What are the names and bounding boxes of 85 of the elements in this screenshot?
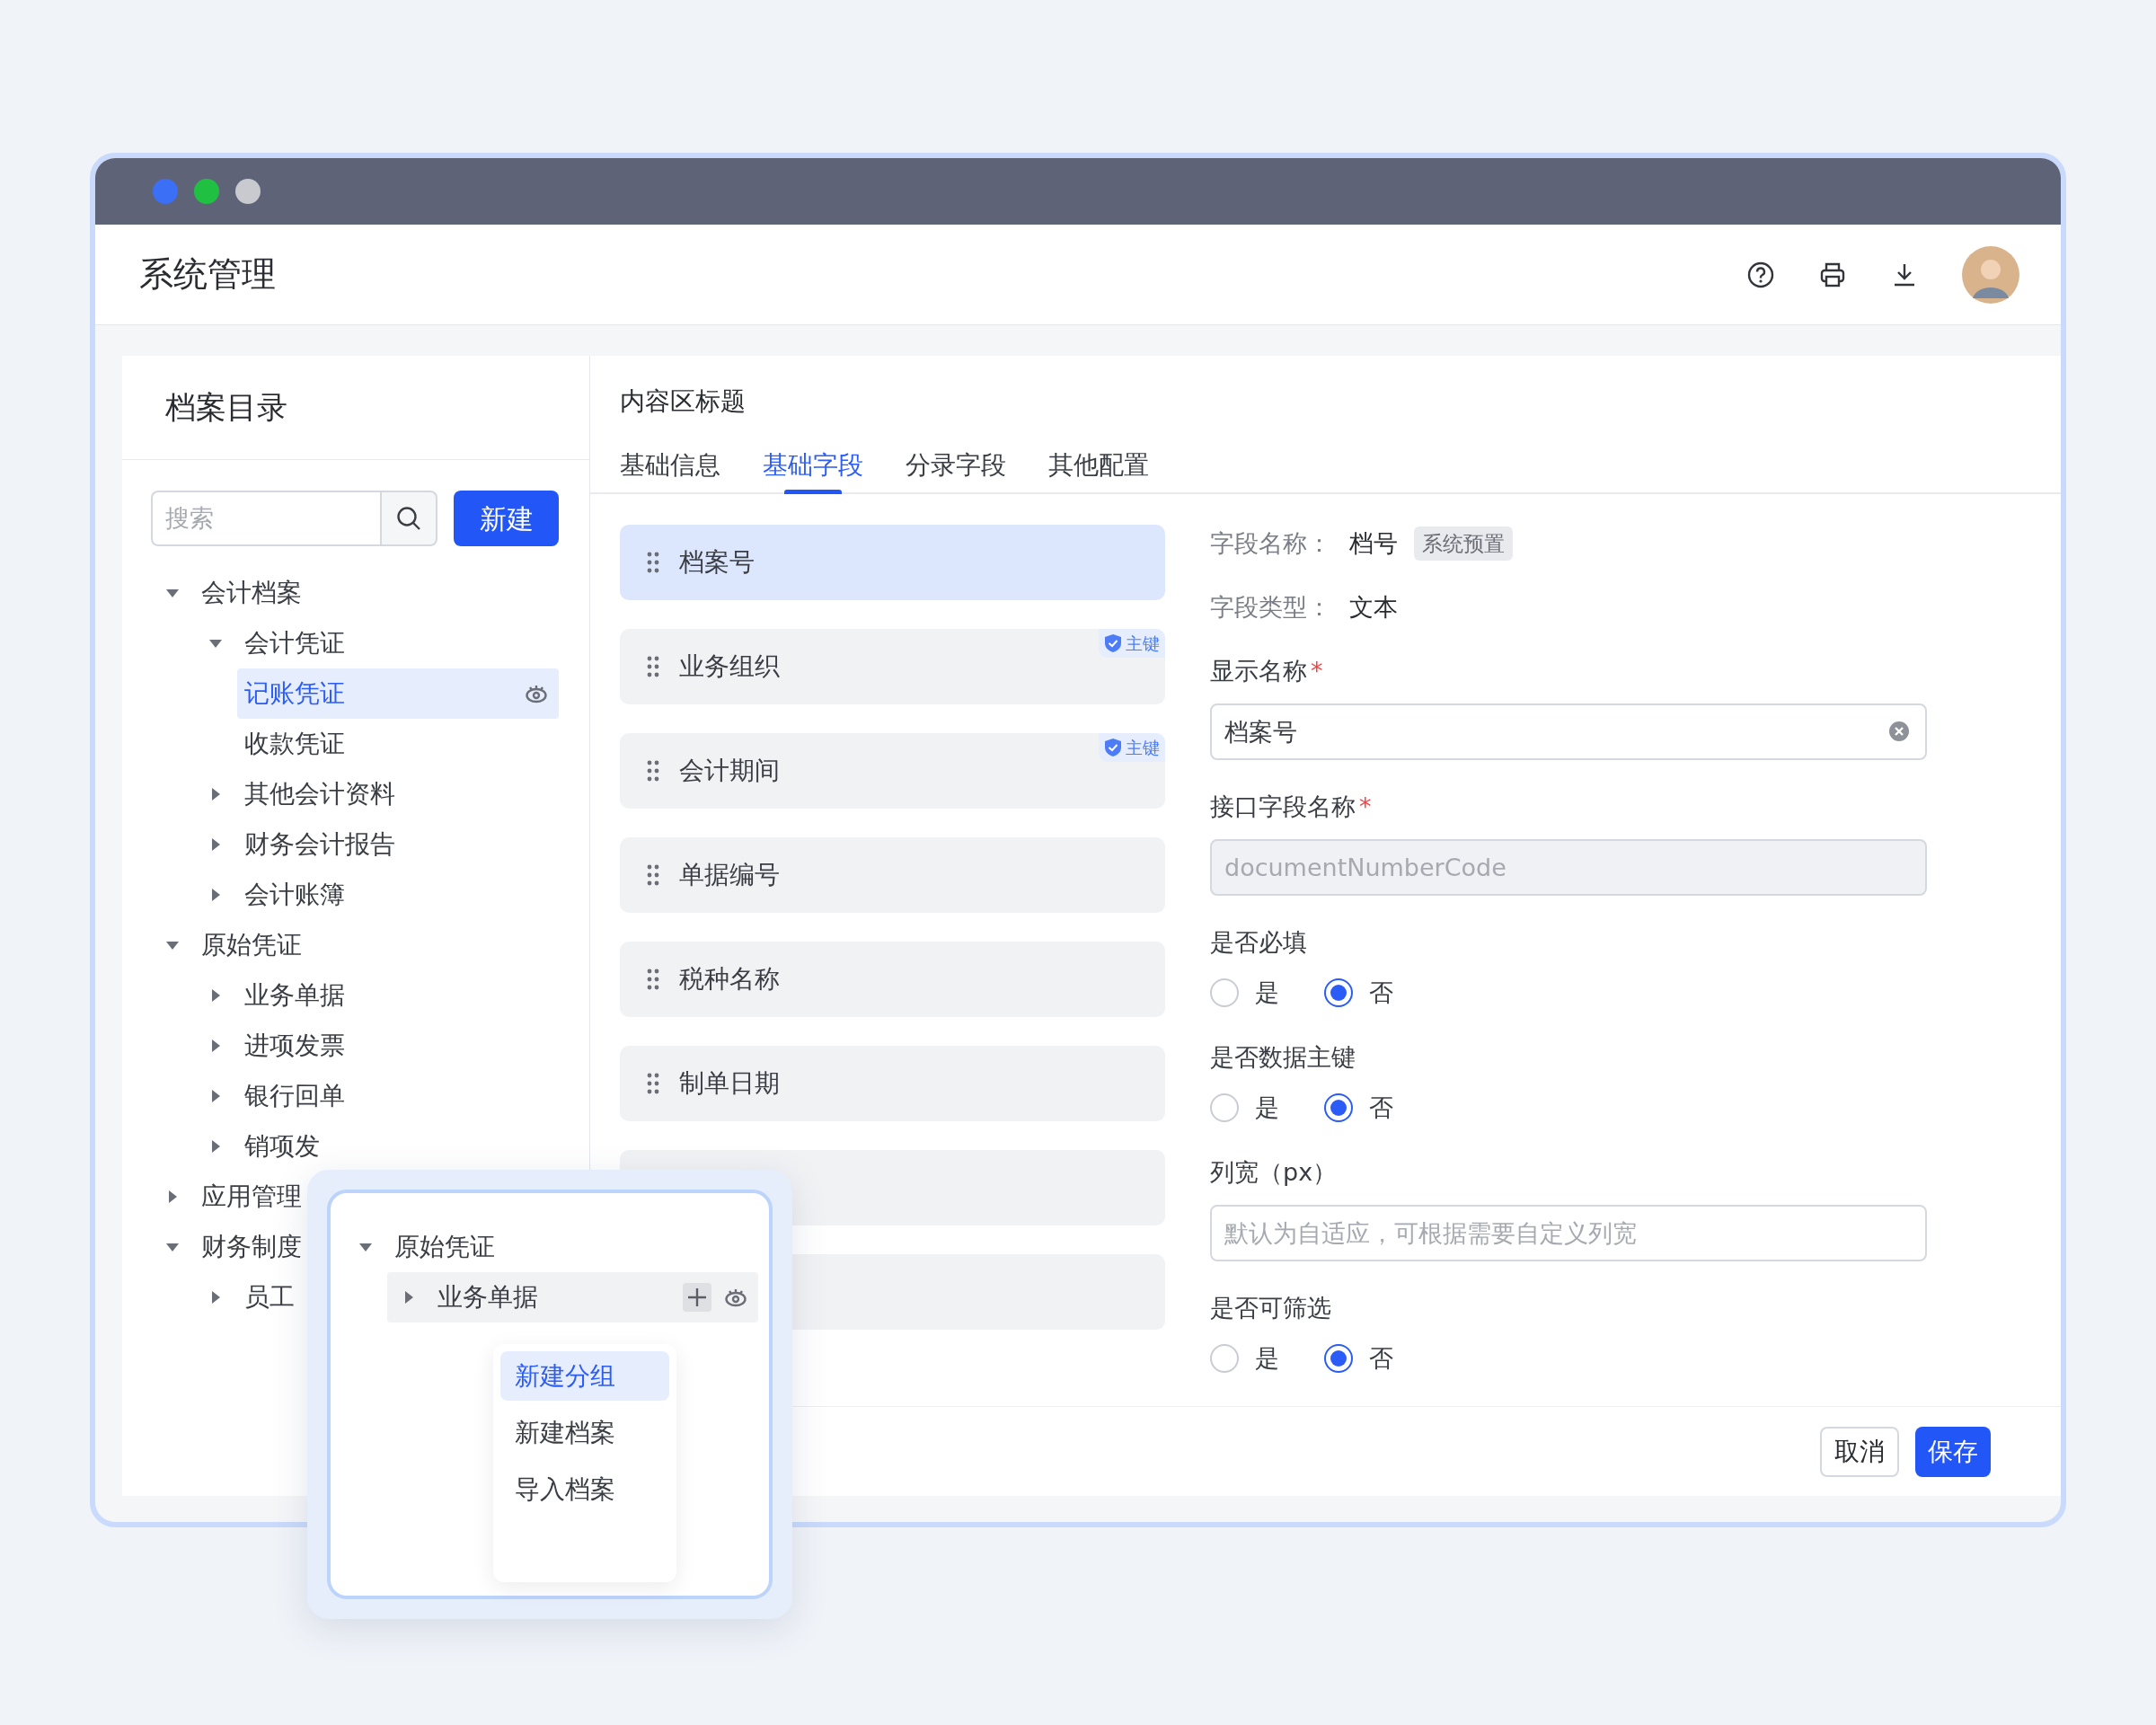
info-label: 字段名称： — [1210, 527, 1332, 559]
tree-item[interactable]: 业务单据 — [244, 977, 345, 1014]
field-label: 是否可筛选 — [1210, 1292, 1331, 1323]
radio-button[interactable] — [1324, 1344, 1353, 1373]
field-label: 是否必填 — [1210, 926, 1307, 958]
avatar[interactable] — [1962, 245, 2019, 304]
tree-item[interactable]: 其他会计资料 — [244, 775, 395, 813]
required-mark: * — [1311, 655, 1323, 686]
field-row[interactable]: 档案号 — [620, 525, 1165, 600]
tree-item[interactable]: 员工 — [244, 1278, 295, 1316]
field-name: 制单日期 — [679, 1067, 780, 1100]
drag-handle-icon[interactable] — [647, 760, 659, 782]
field-label: 接口字段名称 — [1210, 791, 1356, 822]
info-value: 文本 — [1349, 591, 1398, 623]
tree-item[interactable]: 银行回单 — [244, 1077, 345, 1115]
radio-button[interactable] — [1324, 1093, 1353, 1122]
cancel-button[interactable]: 取消 — [1820, 1426, 1899, 1477]
radio-label: 否 — [1369, 977, 1393, 1008]
tree-item[interactable]: 原始凭证 — [201, 926, 302, 964]
field-name: 档案号 — [679, 546, 755, 579]
tree-item-row[interactable]: 业务单据 — [387, 1272, 758, 1322]
text-field[interactable]: 档案号 — [1210, 703, 1927, 760]
field-label: 列宽（px） — [1210, 1156, 1338, 1188]
tab[interactable]: 其他配置 — [1048, 438, 1149, 492]
radio-label: 是 — [1255, 1092, 1279, 1123]
field-name: 会计期间 — [679, 755, 780, 787]
eye-icon[interactable] — [724, 1287, 747, 1308]
field-name: 业务组织 — [679, 650, 780, 683]
tree-item[interactable]: 会计账簿 — [244, 876, 345, 914]
sidebar-title: 档案目录 — [165, 388, 287, 427]
drag-handle-icon[interactable] — [647, 656, 659, 677]
help-icon[interactable] — [1746, 260, 1775, 289]
menu-item[interactable]: 导入档案 — [500, 1464, 669, 1514]
tree-item[interactable]: 会计档案 — [201, 574, 302, 612]
field-name: 税种名称 — [679, 963, 780, 995]
tab[interactable]: 基础信息 — [620, 438, 720, 492]
search-button[interactable] — [380, 491, 437, 546]
field-label: 显示名称 — [1210, 655, 1307, 686]
tree-item[interactable]: 业务单据 — [437, 1278, 683, 1316]
drag-handle-icon[interactable] — [647, 552, 659, 573]
search-field[interactable]: 搜索 — [151, 491, 380, 546]
eye-icon[interactable] — [525, 683, 548, 704]
content-title: 内容区标题 — [620, 386, 746, 416]
field-label: 是否数据主键 — [1210, 1041, 1356, 1073]
shield-check-icon — [1104, 633, 1122, 653]
info-value: 档号 — [1349, 527, 1398, 559]
tab[interactable]: 分录字段 — [906, 438, 1006, 492]
tree-item[interactable]: 收款凭证 — [237, 719, 559, 769]
search-icon[interactable] — [395, 505, 422, 532]
required-mark: * — [1359, 791, 1372, 822]
text-field[interactable]: 默认为自适应，可根据需要自定义列宽 — [1210, 1205, 1927, 1261]
field-row[interactable]: 业务组织 主键 — [620, 629, 1165, 704]
radio-label: 否 — [1369, 1342, 1393, 1374]
tree-item[interactable]: 原始凭证 — [394, 1228, 495, 1266]
tree-item[interactable]: 记账凭证 — [237, 668, 559, 719]
drag-handle-icon[interactable] — [647, 1073, 659, 1094]
clear-icon[interactable] — [1889, 721, 1909, 741]
tab[interactable]: 基础字段 — [763, 438, 863, 492]
app-title: 系统管理 — [139, 253, 276, 296]
primary-key-badge: 主键 — [1099, 629, 1165, 658]
new-button[interactable]: 新建 — [454, 491, 559, 546]
tree-item[interactable]: 财务制度 — [201, 1228, 302, 1266]
info-label: 字段类型： — [1210, 591, 1332, 623]
field-row[interactable]: 单据编号 — [620, 837, 1165, 913]
tree-item[interactable]: 销项发 — [244, 1128, 320, 1165]
shield-check-icon — [1104, 738, 1122, 757]
menu-item[interactable]: 新建档案 — [500, 1408, 669, 1457]
drag-handle-icon[interactable] — [647, 864, 659, 886]
tree-item[interactable]: 应用管理 — [201, 1178, 302, 1216]
radio-label: 否 — [1369, 1092, 1393, 1123]
radio-label: 是 — [1255, 1342, 1279, 1374]
tree-item[interactable]: 进项发票 — [244, 1027, 345, 1065]
primary-key-badge: 主键 — [1099, 733, 1165, 762]
drag-handle-icon[interactable] — [647, 969, 659, 990]
tree-item[interactable]: 会计凭证 — [244, 624, 345, 662]
field-row[interactable]: 税种名称 — [620, 942, 1165, 1017]
field-row[interactable]: 会计期间 主键 — [620, 733, 1165, 809]
field-name: 单据编号 — [679, 859, 780, 891]
preset-tag: 系统预置 — [1414, 526, 1513, 561]
save-button[interactable]: 保存 — [1915, 1426, 1991, 1477]
radio-label: 是 — [1255, 977, 1279, 1008]
menu-item[interactable]: 新建分组 — [500, 1351, 669, 1401]
field-row[interactable]: 制单日期 — [620, 1046, 1165, 1121]
tree-item[interactable]: 财务会计报告 — [244, 826, 395, 863]
radio-button[interactable] — [1324, 978, 1353, 1007]
